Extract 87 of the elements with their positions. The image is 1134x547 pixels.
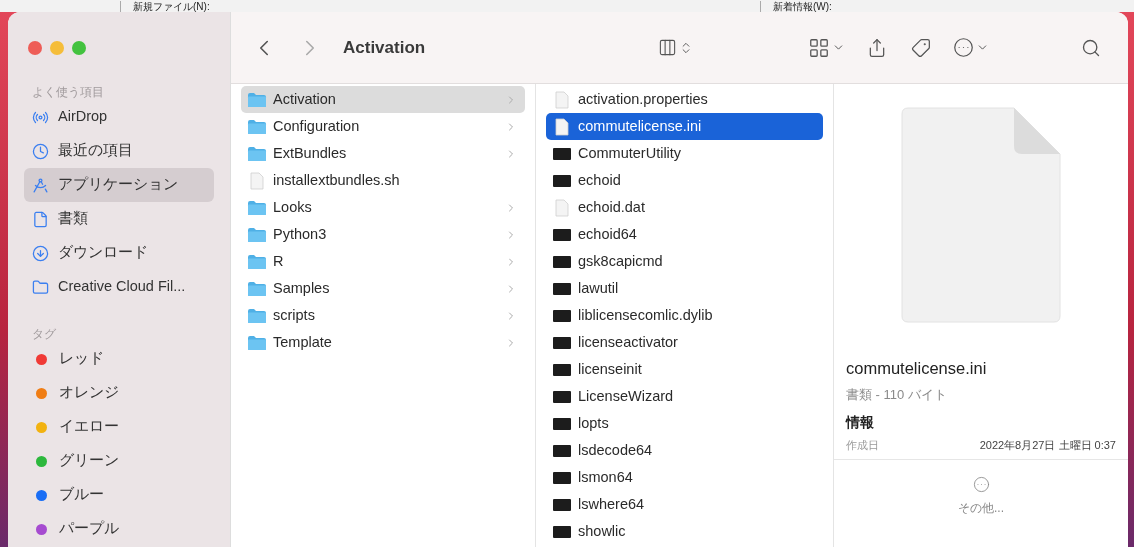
sidebar-item[interactable]: AirDrop bbox=[24, 100, 214, 134]
window-title: Activation bbox=[343, 36, 426, 59]
clock-icon bbox=[32, 142, 49, 160]
file-item[interactable]: liblicensecomlic.dylib bbox=[546, 302, 823, 329]
folder-icon bbox=[32, 278, 49, 296]
sidebar-heading: よく使う項目 bbox=[31, 84, 105, 100]
folder-icon bbox=[247, 145, 267, 162]
sidebar-item[interactable]: 書類 bbox=[24, 202, 214, 236]
terminal-icon bbox=[552, 389, 572, 404]
file-item[interactable]: lawutil bbox=[546, 275, 823, 302]
folder-icon bbox=[247, 226, 267, 243]
terminal-icon bbox=[552, 281, 572, 296]
document-icon bbox=[32, 210, 49, 228]
terminal-icon bbox=[552, 362, 572, 377]
file-item[interactable]: Configuration bbox=[241, 113, 525, 140]
download-icon bbox=[32, 244, 49, 262]
file-item[interactable]: Activation bbox=[241, 86, 525, 113]
folder-icon bbox=[247, 307, 267, 324]
terminal-icon bbox=[552, 335, 572, 350]
file-item[interactable]: licenseinit bbox=[546, 356, 823, 383]
file-item[interactable]: echoid64 bbox=[546, 221, 823, 248]
document-icon bbox=[552, 90, 572, 109]
info-label: 作成日 bbox=[846, 438, 879, 454]
sidebar-item[interactable]: イエロー bbox=[24, 410, 214, 444]
sidebar-item[interactable]: グリーン bbox=[24, 444, 214, 478]
sidebar-item[interactable]: パープル bbox=[24, 512, 214, 546]
document-icon bbox=[552, 198, 572, 217]
terminal-icon bbox=[552, 227, 572, 242]
file-item[interactable]: echoid bbox=[546, 167, 823, 194]
folder-icon bbox=[247, 253, 267, 270]
file-item[interactable]: commutelicense.ini bbox=[546, 113, 823, 140]
terminal-icon bbox=[552, 524, 572, 539]
terminal-icon bbox=[552, 497, 572, 512]
info-heading: 情報 bbox=[846, 413, 875, 433]
file-item[interactable]: installextbundles.sh bbox=[241, 167, 525, 194]
file-item[interactable]: lsmon64 bbox=[546, 464, 823, 491]
sidebar-item[interactable]: アプリケーション bbox=[24, 168, 214, 202]
terminal-icon bbox=[552, 173, 572, 188]
grid-icon bbox=[808, 36, 831, 59]
sidebar-heading: タグ bbox=[31, 326, 57, 342]
file-item[interactable]: Python3 bbox=[241, 221, 525, 248]
file-item[interactable]: gsk8capicmd bbox=[546, 248, 823, 275]
file-item[interactable]: Samples bbox=[241, 275, 525, 302]
file-item[interactable]: activation.properties bbox=[546, 86, 823, 113]
info-value: 2022年8月27日 土曜日 0:37 bbox=[979, 438, 1116, 454]
sidebar-item[interactable]: Creative Cloud Fil... bbox=[24, 270, 214, 304]
file-item[interactable]: lsdecode64 bbox=[546, 437, 823, 464]
terminal-icon bbox=[552, 308, 572, 323]
sidebar-item[interactable]: 最近の項目 bbox=[24, 134, 214, 168]
file-kind-size: 書類 - 110 バイト bbox=[846, 385, 948, 404]
file-item[interactable]: ExtBundles bbox=[241, 140, 525, 167]
terminal-icon bbox=[552, 254, 572, 269]
file-item[interactable]: scripts bbox=[241, 302, 525, 329]
terminal-icon bbox=[552, 470, 572, 485]
sidebar-item[interactable]: レッド bbox=[24, 342, 214, 376]
document-icon bbox=[247, 171, 267, 190]
folder-icon bbox=[247, 334, 267, 351]
file-item[interactable]: showlic bbox=[546, 518, 823, 545]
file-item[interactable]: LicenseWizard bbox=[546, 383, 823, 410]
file-item[interactable]: R bbox=[241, 248, 525, 275]
file-item[interactable]: echoid.dat bbox=[546, 194, 823, 221]
terminal-icon bbox=[552, 443, 572, 458]
file-item[interactable]: licenseactivator bbox=[546, 329, 823, 356]
more-link[interactable]: その他... bbox=[958, 499, 1004, 517]
columns-icon bbox=[658, 38, 678, 57]
tag-icon[interactable] bbox=[911, 37, 932, 58]
file-item[interactable]: Template bbox=[241, 329, 525, 356]
document-icon bbox=[552, 117, 572, 136]
folder-icon bbox=[247, 118, 267, 135]
sidebar-item[interactable]: ブルー bbox=[24, 478, 214, 512]
search-icon[interactable] bbox=[1081, 37, 1102, 58]
sidebar-item[interactable]: オレンジ bbox=[24, 376, 214, 410]
terminal-icon bbox=[552, 416, 572, 431]
folder-icon bbox=[247, 280, 267, 297]
compass-icon bbox=[32, 176, 49, 194]
close-button[interactable] bbox=[28, 41, 42, 55]
file-item[interactable]: CommuterUtility bbox=[546, 140, 823, 167]
terminal-icon bbox=[552, 146, 572, 161]
file-name: commutelicense.ini bbox=[846, 358, 988, 379]
folder-icon bbox=[247, 91, 267, 108]
folder-icon bbox=[247, 199, 267, 216]
file-item[interactable]: lopts bbox=[546, 410, 823, 437]
document-icon bbox=[898, 104, 1064, 326]
sidebar-item[interactable]: ダウンロード bbox=[24, 236, 214, 270]
file-item[interactable]: lswhere64 bbox=[546, 491, 823, 518]
ellipsis-icon bbox=[953, 37, 975, 58]
file-item[interactable]: Looks bbox=[241, 194, 525, 221]
